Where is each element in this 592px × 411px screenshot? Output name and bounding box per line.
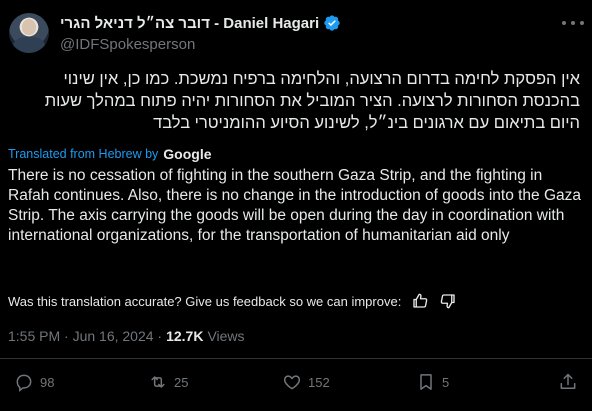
views-label: Views <box>207 328 245 344</box>
avatar[interactable] <box>9 13 49 53</box>
tweet-meta: 1:55 PM · Jun 16, 2024 · 12.7K Views <box>8 328 245 344</box>
translated-label[interactable]: Translated from Hebrew by <box>8 147 158 161</box>
translation-feedback: Was this translation accurate? Give us f… <box>8 292 457 310</box>
tweet-original-line: אין הפסקת לחימה בדרום הרצועה, והלחימה בר… <box>63 70 580 88</box>
more-icon[interactable] <box>562 14 584 32</box>
tweet-card[interactable]: דובר צה״ל דניאל הגרי - Daniel Hagari @ID… <box>0 0 592 411</box>
verified-badge-icon <box>324 15 340 31</box>
reply-icon <box>16 374 32 392</box>
reply-count: 98 <box>40 374 55 390</box>
heart-icon <box>283 375 301 390</box>
bookmark-icon <box>420 374 432 390</box>
timestamp[interactable]: 1:55 PM · Jun 16, 2024 · <box>8 328 162 344</box>
thumbs-down-icon[interactable] <box>439 292 457 310</box>
views-count: 12.7K <box>166 328 204 344</box>
author-display-name[interactable]: דובר צה״ל דניאל הגרי - Daniel Hagari <box>60 15 319 32</box>
action-bar: 98 25 152 5 <box>0 372 592 396</box>
translation-attribution[interactable]: Translated from Hebrew by Google <box>8 146 212 162</box>
tweet-original-text: אין הפסקת לחימה בדרום הרצועה, והלחימה בר… <box>8 68 580 134</box>
bookmark-button[interactable]: 5 <box>416 372 449 392</box>
google-logo: Google <box>163 146 212 162</box>
author-handle[interactable]: @IDFSpokesperson <box>60 36 195 53</box>
tweet-translated-text: There is no cessation of fighting in the… <box>8 167 582 244</box>
tweet-original-line: היום בתיאום עם ארגונים בינ״ל, לשינוע הסי… <box>153 114 580 132</box>
repost-count: 25 <box>174 374 189 390</box>
author-name-row[interactable]: דובר צה״ל דניאל הגרי - Daniel Hagari <box>60 14 341 32</box>
share-icon <box>560 373 576 389</box>
tweet-original-line: בהכנסת הסחורות לרצועה. הציר המוביל את הס… <box>44 92 580 110</box>
thumbs-up-icon[interactable] <box>411 292 429 310</box>
repost-button[interactable]: 25 <box>148 372 188 392</box>
share-button[interactable] <box>558 372 578 392</box>
like-button[interactable]: 152 <box>282 372 330 392</box>
like-count: 152 <box>308 374 330 390</box>
divider <box>0 358 592 359</box>
repost-icon <box>151 376 165 388</box>
reply-button[interactable]: 98 <box>14 372 54 392</box>
bookmark-count: 5 <box>442 374 450 390</box>
feedback-prompt: Was this translation accurate? Give us f… <box>8 293 402 309</box>
